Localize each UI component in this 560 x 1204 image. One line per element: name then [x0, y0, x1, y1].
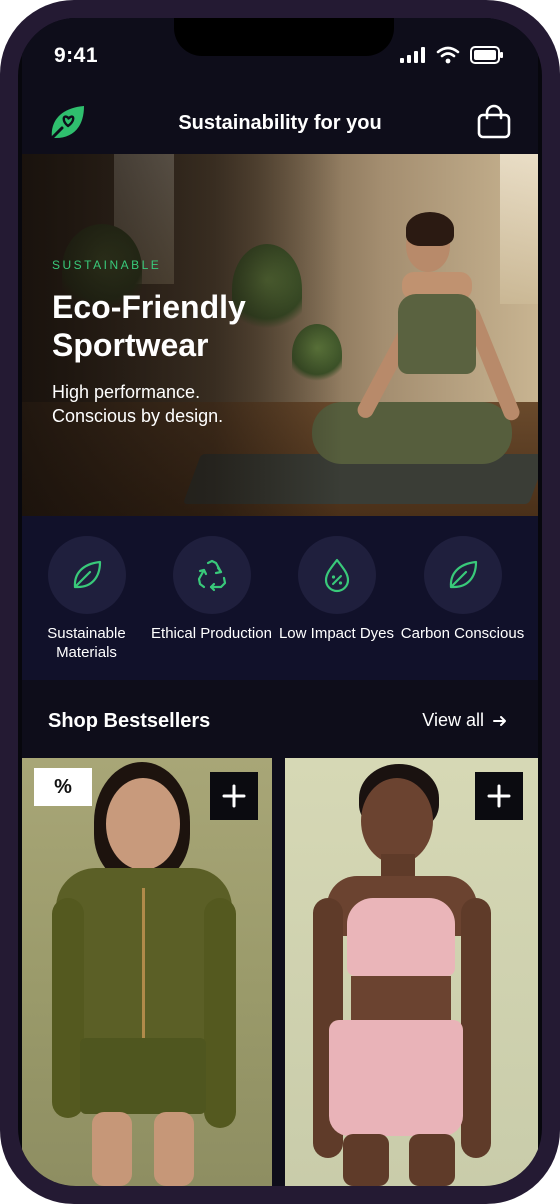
signal-icon: [400, 47, 425, 63]
view-all-label: View all: [422, 710, 484, 730]
hero-banner[interactable]: SUSTAINABLE Eco-Friendly Sportwear High …: [22, 154, 538, 516]
model-head: [106, 778, 180, 870]
app-screen: 9:41 Sustainability for you SUSTAINABLE …: [22, 18, 538, 1186]
model-leg: [409, 1134, 455, 1186]
feature-ethical-production[interactable]: Ethical Production: [149, 536, 274, 643]
battery-icon: [470, 46, 503, 64]
recycle-icon: [197, 559, 226, 592]
discount-badge: %: [34, 768, 92, 806]
feature-carbon-conscious[interactable]: Carbon Conscious: [400, 536, 525, 643]
feature-circle: [297, 536, 376, 614]
add-to-cart-button[interactable]: [210, 772, 258, 820]
feature-label: Ethical Production: [151, 625, 272, 642]
feature-label: Sustainable Materials: [47, 625, 126, 661]
product-card[interactable]: [285, 758, 538, 1186]
model-shorts: [329, 1020, 463, 1136]
feature-circle: [172, 536, 251, 614]
model-head: [361, 778, 433, 864]
model-shorts: [80, 1038, 206, 1114]
notch: [174, 18, 394, 56]
page-title: Sustainability for you: [178, 112, 382, 134]
hero-text: SUSTAINABLE Eco-Friendly Sportwear High …: [52, 258, 292, 428]
model-arm: [204, 898, 236, 1128]
model-arm: [461, 898, 491, 1158]
figure-legs: [312, 402, 512, 464]
view-all-link[interactable]: View all: [422, 710, 508, 731]
bestsellers-header: Shop Bestsellers View all: [22, 680, 538, 760]
arrow-right-icon: [493, 715, 506, 726]
feature-circle: [423, 536, 502, 614]
hero-eyebrow: SUSTAINABLE: [52, 258, 162, 272]
section-title: Shop Bestsellers: [48, 710, 211, 732]
figure-hair: [406, 212, 454, 246]
model-leg: [154, 1112, 194, 1186]
model-leg: [92, 1112, 132, 1186]
leaf-icon: [449, 560, 477, 589]
product-card[interactable]: %: [22, 758, 272, 1186]
phone-bezel: 9:41 Sustainability for you SUSTAINABLE …: [18, 18, 542, 1186]
model-leg: [343, 1134, 389, 1186]
model-zip: [142, 888, 145, 1038]
wifi-icon: [436, 46, 460, 64]
phone-frame: 9:41 Sustainability for you SUSTAINABLE …: [0, 0, 560, 1204]
status-icons: [400, 46, 504, 64]
feature-label: Low Impact Dyes: [278, 625, 395, 642]
feature-low-impact-dyes[interactable]: Low Impact Dyes: [274, 536, 399, 643]
feature-sustainable-materials[interactable]: Sustainable Materials: [24, 536, 149, 662]
leaf-icon: [73, 560, 101, 589]
hero-title: Eco-Friendly Sportwear: [52, 289, 246, 363]
app-header: Sustainability for you: [22, 92, 538, 154]
feature-band: Sustainable Materials Ethical Production…: [22, 516, 538, 680]
plus-icon: [487, 784, 511, 808]
hero-subtitle: High performance. Conscious by design.: [52, 382, 224, 426]
status-time: 9:41: [54, 44, 99, 67]
figure-top: [398, 294, 476, 374]
plus-icon: [222, 784, 246, 808]
feature-label: Carbon Conscious: [400, 625, 525, 642]
model-sports-bra: [347, 898, 455, 976]
drop-percent-icon: [324, 558, 349, 593]
hero-window-right: [500, 154, 538, 304]
feature-circle: [47, 536, 126, 614]
add-to-cart-button[interactable]: [475, 772, 523, 820]
shopping-bag-icon[interactable]: [476, 104, 512, 140]
